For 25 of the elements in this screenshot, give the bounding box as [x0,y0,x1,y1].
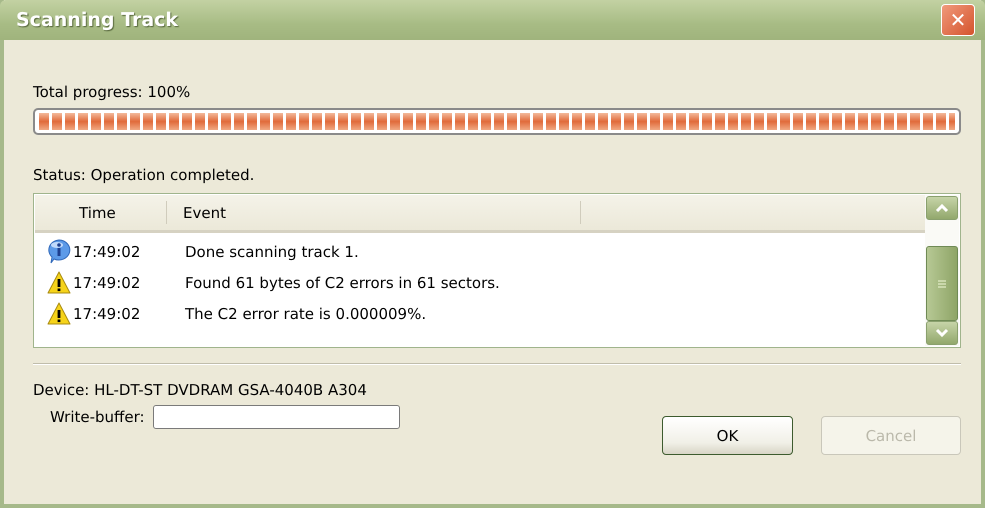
warning-icon [47,270,71,294]
event-message: Found 61 bytes of C2 errors in 61 sectors. [185,274,500,292]
warning-icon [47,302,71,326]
chevron-down-icon [935,328,949,338]
window-title: Scanning Track [16,9,178,31]
event-time: 17:49:02 [72,304,142,322]
scroll-down-button[interactable] [926,320,958,345]
event-list[interactable]: Time Event 17:49:02 Done scanning track 1. 17:49:02 Found 61 bytes of C2 errors in 61 sectors. 17:49:02 The C2 error rate is 0.000009%. [33,193,961,348]
progress-label: Total progress: 100% [33,83,190,101]
column-header[interactable]: Time [79,204,116,222]
dialog-button[interactable]: OK [662,416,793,455]
event-time: 17:49:02 [72,274,142,292]
status-text: Status: Operation completed. [33,166,254,184]
event-message: Done scanning track 1. [185,242,359,260]
column-header[interactable]: Event [183,204,226,222]
scroll-up-button[interactable] [926,196,958,220]
write-buffer-label: Write-buffer: [50,408,145,426]
event-message: The C2 error rate is 0.000009%. [185,304,426,322]
scroll-thumb[interactable] [926,246,958,321]
event-time: 17:49:02 [72,242,142,260]
scrollbar[interactable] [925,195,959,346]
grip-icon [937,278,947,288]
device-text: Device: HL-DT-ST DVDRAM GSA-4040B A304 [33,381,367,399]
info-icon [47,238,71,264]
chevron-up-icon [935,203,949,214]
